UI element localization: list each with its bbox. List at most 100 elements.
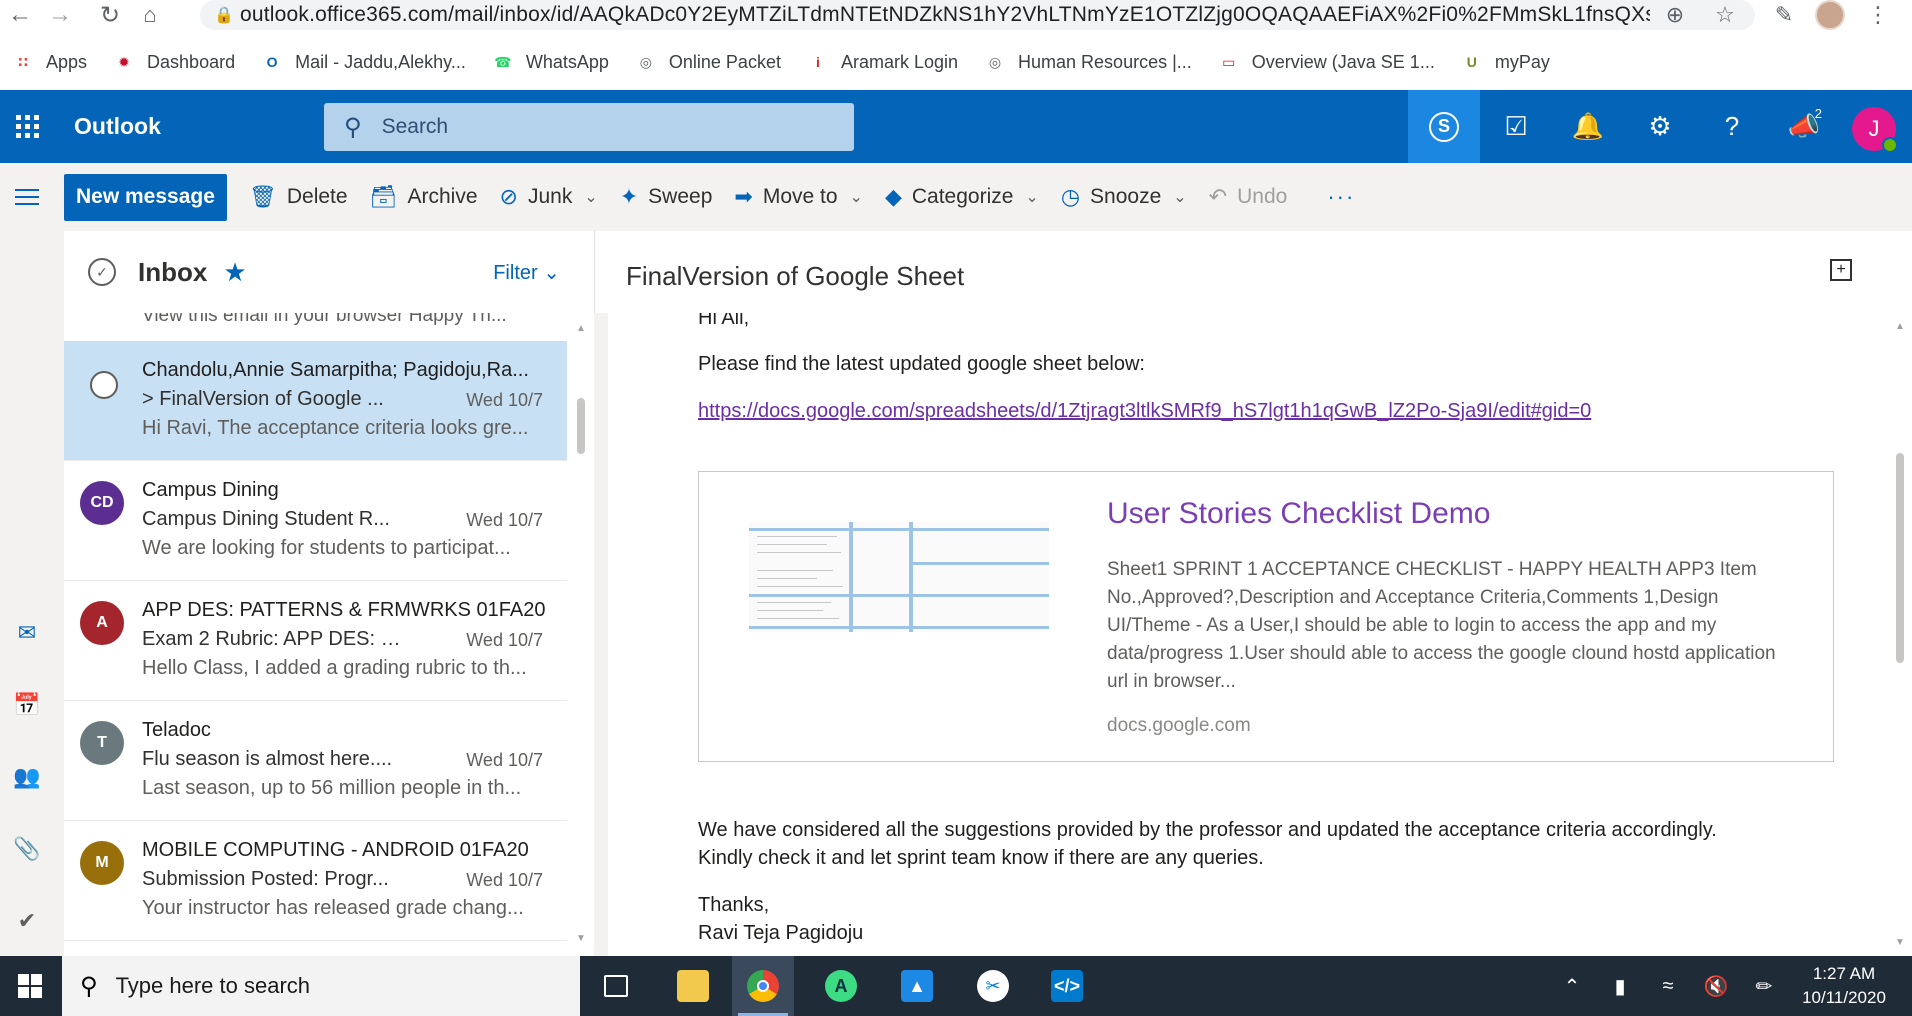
message-item[interactable]: T Teladoc Flu season is almost here.... Wed… (64, 701, 567, 821)
windows-start-icon[interactable] (0, 956, 60, 1016)
megaphone-icon[interactable]: 📣 2 (1768, 90, 1840, 163)
chevron-down-icon[interactable]: ⌄ (850, 187, 863, 207)
attachment-icon[interactable]: 📎 (0, 829, 54, 869)
more-options-icon[interactable]: ··· (1327, 184, 1355, 210)
forward-arrow-icon[interactable]: → (40, 0, 80, 30)
gear-icon[interactable]: ⚙ (1624, 90, 1696, 163)
chevron-down-icon[interactable]: ⌄ (1025, 187, 1038, 207)
sheet-link[interactable]: https://docs.google.com/spreadsheets/d/1… (698, 400, 1591, 423)
pen-icon[interactable]: ✏ (1744, 956, 1784, 1016)
hamburger-menu-icon[interactable] (0, 189, 54, 205)
add-icon[interactable]: ⊕ (1650, 2, 1700, 28)
home-icon[interactable]: ⌂ (130, 0, 170, 30)
move-to-button[interactable]: ➡ Move to ⌄ (734, 184, 863, 210)
skype-button[interactable]: S (1408, 90, 1480, 163)
scroll-up-icon[interactable]: ▲ (576, 323, 586, 334)
message-item[interactable]: CD Campus Dining Campus Dining Student R..… (64, 461, 567, 581)
volume-muted-icon[interactable]: 🔇 (1696, 956, 1736, 1016)
message-item[interactable]: A APP DES: PATTERNS & FRMWRKS 01FA20 Exam … (64, 581, 567, 701)
reading-pane-scrollbar[interactable]: ▲ ▼ (1888, 313, 1912, 956)
bookmark-item[interactable]: ☎ WhatsApp (492, 51, 609, 73)
undo-button[interactable]: ↶ Undo (1209, 184, 1288, 210)
categorize-button[interactable]: ◆ Categorize ⌄ (885, 184, 1039, 210)
bookmark-star-icon[interactable]: ☆ (1700, 2, 1750, 28)
filter-button[interactable]: Filter ⌄ (493, 260, 560, 285)
chevron-down-icon[interactable]: ⌄ (584, 187, 597, 207)
bookmark-item[interactable]: UmyPay (1461, 51, 1550, 73)
select-all-checkbox[interactable]: ✓ (88, 258, 116, 286)
bookmark-item[interactable]: ∷ Apps (12, 51, 87, 73)
todo-check-icon[interactable]: ✔ (0, 901, 54, 941)
photos-icon[interactable]: ▲ (886, 956, 948, 1016)
message-item[interactable]: M MOBILE COMPUTING - ANDROID 01FA20 Submis… (64, 821, 567, 941)
bookmark-item[interactable]: ◎ Online Packet (635, 51, 781, 73)
app-launcher-icon[interactable] (0, 90, 54, 163)
delete-button[interactable]: 🗑 Delete (249, 184, 348, 210)
snip-icon[interactable]: ✂ (962, 956, 1024, 1016)
profile-avatar[interactable] (1815, 0, 1845, 30)
battery-icon[interactable]: ▮ (1600, 956, 1640, 1016)
archive-button[interactable]: 🗃 Archive (370, 184, 478, 210)
task-view-icon[interactable] (585, 956, 647, 1016)
bookmark-label: Human Resources |... (1018, 51, 1192, 72)
android-studio-icon[interactable]: A (810, 956, 872, 1016)
scroll-up-icon[interactable]: ▲ (1895, 321, 1905, 332)
help-icon[interactable]: ? (1696, 90, 1768, 163)
user-avatar[interactable]: J (1852, 107, 1898, 153)
message-sender: Campus Dining (142, 479, 279, 501)
message-item[interactable]: Chandolu,Annie Samarpitha; Pagidoju,Ra..… (64, 341, 567, 461)
bookmark-item[interactable]: ◎ Human Resources |... (984, 51, 1192, 73)
search-box[interactable]: ⚲ (324, 103, 854, 151)
extensions-puzzle-icon[interactable]: ✎ (1766, 0, 1802, 30)
clock-time: 1:27 AM (1812, 964, 1876, 983)
message-sender: Teladoc (142, 719, 211, 741)
todo-icon[interactable]: ☑ (1480, 90, 1552, 163)
vscode-icon[interactable]: </> (1036, 956, 1098, 1016)
mail-icon[interactable]: ✉ (0, 613, 54, 653)
card-title[interactable]: User Stories Checklist Demo (1107, 497, 1490, 531)
scroll-down-icon[interactable]: ▼ (1895, 937, 1905, 948)
bookmark-item[interactable]: i Aramark Login (807, 51, 958, 73)
reload-icon[interactable]: ↻ (90, 0, 130, 30)
search-input[interactable] (381, 115, 802, 139)
link-preview-card[interactable]: User Stories Checklist Demo Sheet1 SPRIN… (698, 471, 1834, 762)
show-hidden-icons-icon[interactable]: ⌃ (1552, 956, 1592, 1016)
wifi-icon[interactable]: ≈ (1648, 956, 1688, 1016)
junk-button[interactable]: ⊘ Junk ⌄ (500, 184, 598, 210)
left-rail: ✉ 📅 👥 📎 ✔ (0, 231, 54, 956)
taskbar-search-input[interactable] (115, 973, 536, 999)
bookmark-item[interactable]: ✹ Dashboard (113, 51, 235, 73)
feedback-count-badge: 2 (1814, 106, 1822, 121)
truncated-message-preview[interactable]: View this email in your browser Happy Th… (64, 313, 567, 341)
calendar-icon[interactable]: 📅 (0, 685, 54, 725)
new-message-button[interactable]: New message (64, 173, 227, 221)
email-signoff: Thanks, (698, 894, 770, 916)
url-text[interactable]: outlook.office365.com/mail/inbox/id/AAQk… (240, 3, 1650, 27)
browser-menu-icon[interactable]: ⋮ (1860, 0, 1896, 30)
sweep-button[interactable]: ✦ Sweep (620, 184, 713, 210)
bookmark-item[interactable]: O Mail - Jaddu,Alekhy... (261, 51, 466, 73)
open-in-new-window-icon[interactable]: + (1830, 259, 1852, 281)
search-icon: ⚲ (80, 972, 98, 1000)
address-bar[interactable]: 🔒 outlook.office365.com/mail/inbox/id/AA… (200, 0, 1755, 30)
chevron-down-icon[interactable]: ⌄ (1173, 187, 1186, 207)
system-clock[interactable]: 1:27 AM 10/11/2020 (1794, 962, 1894, 1010)
back-arrow-icon[interactable]: ← (0, 0, 40, 30)
people-icon[interactable]: 👥 (0, 757, 54, 797)
snooze-button[interactable]: ◷ Snooze ⌄ (1061, 184, 1187, 210)
select-message-checkbox[interactable] (90, 371, 118, 399)
scroll-down-icon[interactable]: ▼ (576, 933, 586, 944)
bell-icon[interactable]: 🔔 (1552, 90, 1624, 163)
online-status-icon (1882, 137, 1898, 153)
file-explorer-icon[interactable] (662, 956, 724, 1016)
folder-title: Inbox (138, 256, 208, 287)
scroll-thumb[interactable] (577, 398, 585, 454)
favorite-star-icon[interactable]: ★ (223, 257, 246, 288)
message-list-scrollbar[interactable]: ▲ ▼ (567, 313, 594, 956)
taskbar-search-box[interactable]: ⚲ (62, 956, 580, 1016)
scroll-thumb[interactable] (1896, 453, 1904, 663)
chrome-icon[interactable] (732, 956, 794, 1016)
bookmark-item[interactable]: ▭ Overview (Java SE 1... (1218, 51, 1435, 73)
email-paragraph: We have considered all the suggestions p… (698, 819, 1717, 841)
outlook-brand[interactable]: Outlook (74, 113, 324, 140)
